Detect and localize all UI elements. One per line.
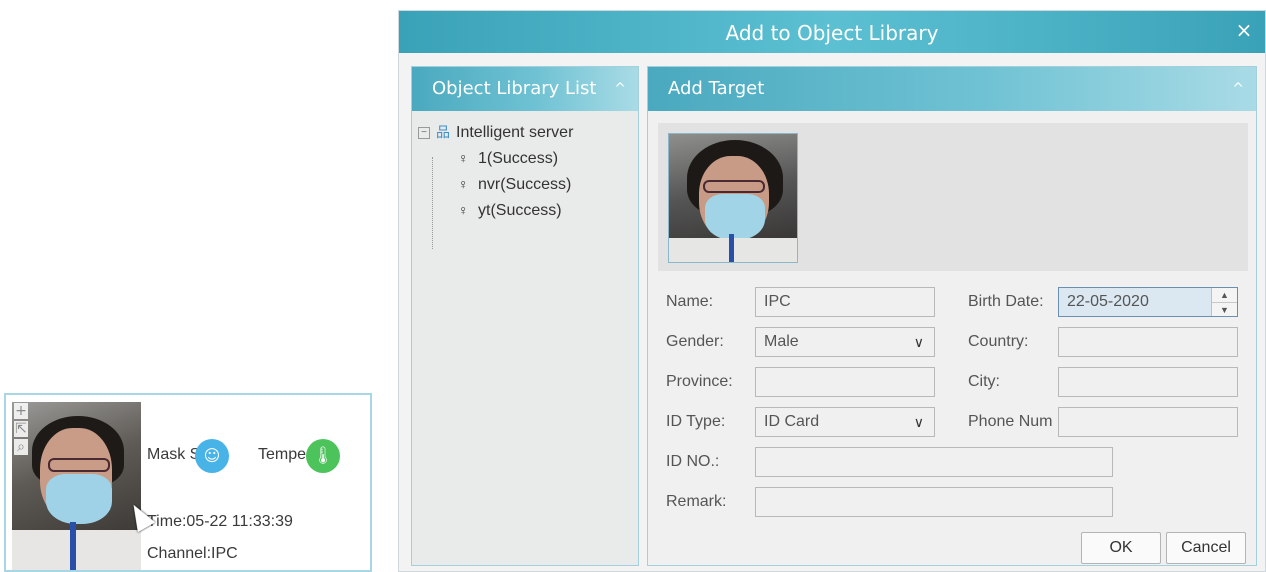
- dialog-titlebar[interactable]: Add to Object Library ×: [399, 11, 1265, 53]
- add-target-panel: Add Target ^ Name: IPC Birth Date: 22-05…: [647, 66, 1257, 566]
- target-photo-area: [658, 123, 1248, 271]
- server-icon: 品: [436, 124, 450, 140]
- tree-node-library[interactable]: ♀ nvr(Success): [418, 171, 573, 197]
- user-icon: ♀: [458, 176, 469, 192]
- birth-date-value: 22-05-2020: [1067, 293, 1149, 310]
- add-to-object-library-dialog: Add to Object Library × Object Library L…: [398, 10, 1266, 572]
- id-number-label: ID NO.:: [666, 453, 720, 470]
- province-field[interactable]: [755, 367, 935, 397]
- user-icon: ♀: [458, 150, 469, 166]
- tree-node-label: 1(Success): [478, 150, 559, 167]
- city-label: City:: [968, 373, 1000, 390]
- target-face-photo[interactable]: [668, 133, 798, 263]
- id-type-select[interactable]: ID Card ∨: [755, 407, 935, 437]
- tree-node-library[interactable]: ♀ 1(Success): [418, 145, 573, 171]
- cancel-button[interactable]: Cancel: [1166, 532, 1246, 564]
- city-field[interactable]: [1058, 367, 1238, 397]
- phone-number-label: Phone Num: [968, 413, 1053, 430]
- object-library-list-panel: Object Library List ^ − 品 Intelligent serv…: [411, 66, 639, 566]
- gender-label: Gender:: [666, 333, 724, 350]
- gender-select[interactable]: Male ∨: [755, 327, 935, 357]
- library-tree: − 品 Intelligent server ♀ 1(Success) ♀ nvr(Su…: [418, 119, 573, 223]
- id-type-value: ID Card: [764, 413, 820, 430]
- name-label: Name:: [666, 293, 714, 310]
- user-icon: ♀: [458, 202, 469, 218]
- tree-node-label: Intelligent server: [456, 124, 574, 141]
- close-icon[interactable]: ×: [1231, 17, 1257, 43]
- spin-up-icon[interactable]: ▲: [1212, 288, 1237, 302]
- id-number-field[interactable]: [755, 447, 1113, 477]
- country-label: Country:: [968, 333, 1029, 350]
- export-icon[interactable]: ⇱: [14, 421, 28, 437]
- capture-channel: Channel:IPC: [147, 545, 238, 562]
- add-target-header[interactable]: Add Target ^: [648, 67, 1256, 111]
- remark-label: Remark:: [666, 493, 727, 510]
- date-spinner[interactable]: ▲ ▼: [1211, 288, 1237, 316]
- phone-number-field[interactable]: [1058, 407, 1238, 437]
- birth-date-field[interactable]: 22-05-2020 ▲ ▼: [1058, 287, 1238, 317]
- tree-node-library[interactable]: ♀ yt(Success): [418, 197, 573, 223]
- tree-node-intelligent-server[interactable]: − 品 Intelligent server: [418, 119, 573, 145]
- captured-face-image: [12, 402, 141, 570]
- capture-snapshot-card[interactable]: + ⇱ ⌕ Mask Status ☺ Temperature 🌡 Time:0…: [4, 393, 372, 572]
- mask-icon: ☺: [195, 439, 229, 473]
- search-icon[interactable]: ⌕: [14, 439, 28, 455]
- collapse-icon[interactable]: ^: [614, 67, 626, 111]
- remark-field[interactable]: [755, 487, 1113, 517]
- panel-title: Add Target: [668, 78, 765, 99]
- birth-date-label: Birth Date:: [968, 293, 1044, 310]
- tree-node-label: yt(Success): [478, 202, 562, 219]
- country-field[interactable]: [1058, 327, 1238, 357]
- name-field[interactable]: IPC: [755, 287, 935, 317]
- object-library-list-header[interactable]: Object Library List ^: [412, 67, 638, 111]
- ok-button[interactable]: OK: [1081, 532, 1161, 564]
- capture-time: Time:05-22 11:33:39: [147, 513, 293, 530]
- chevron-down-icon: ∨: [913, 334, 924, 350]
- add-icon[interactable]: +: [14, 403, 28, 419]
- id-type-label: ID Type:: [666, 413, 726, 430]
- thermometer-icon: 🌡: [306, 439, 340, 473]
- dialog-title: Add to Object Library: [725, 21, 939, 45]
- panel-title: Object Library List: [432, 78, 597, 99]
- chevron-down-icon: ∨: [913, 414, 924, 430]
- snapshot-toolbar: + ⇱ ⌕: [14, 403, 28, 455]
- collapse-toggle-icon[interactable]: −: [418, 126, 430, 139]
- tree-node-label: nvr(Success): [478, 176, 572, 193]
- province-label: Province:: [666, 373, 733, 390]
- gender-value: Male: [764, 333, 799, 350]
- spin-down-icon[interactable]: ▼: [1212, 302, 1237, 316]
- collapse-icon[interactable]: ^: [1232, 67, 1244, 111]
